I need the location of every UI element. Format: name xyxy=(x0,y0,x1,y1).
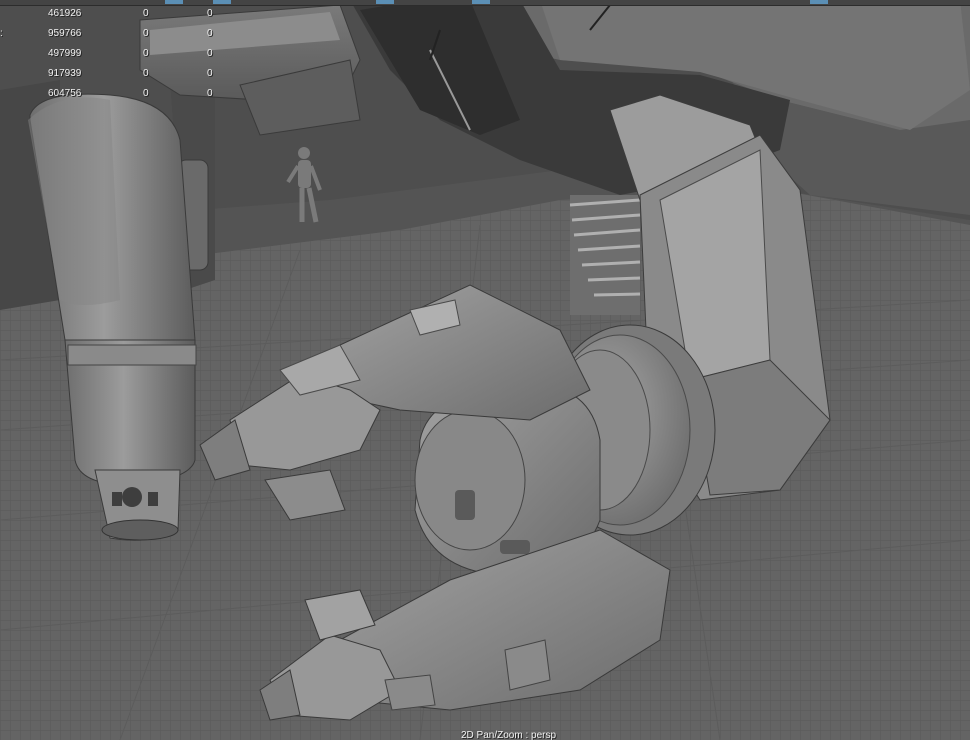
coil-spring xyxy=(569,195,641,315)
perspective-viewport[interactable]: 461926 0 0 : 959766 0 0 497999 0 0 91793… xyxy=(0,0,970,740)
hud-total: 497999 xyxy=(48,48,82,59)
hud-extra: 0 xyxy=(207,8,213,19)
hud-row: 461926 0 0 xyxy=(0,4,240,24)
viewport-scene[interactable] xyxy=(0,0,970,740)
hud-selected: 0 xyxy=(143,8,149,19)
hud-selected: 0 xyxy=(143,28,149,39)
hud-selected: 0 xyxy=(143,48,149,59)
hud-extra: 0 xyxy=(207,88,213,99)
viewport-camera-caption: 2D Pan/Zoom : persp xyxy=(461,730,557,740)
hud-row: 917939 0 0 xyxy=(0,64,240,84)
hud-extra: 0 xyxy=(207,28,213,39)
hud-row: : 959766 0 0 xyxy=(0,24,240,44)
hud-row: 497999 0 0 xyxy=(0,44,240,64)
toolbar-marker xyxy=(376,0,394,4)
hud-extra: 0 xyxy=(207,48,213,59)
toolbar-marker xyxy=(810,0,828,4)
hud-selected: 0 xyxy=(143,88,149,99)
hud-poly-count: 461926 0 0 : 959766 0 0 497999 0 0 91793… xyxy=(0,4,240,104)
hud-row: 604756 0 0 xyxy=(0,84,240,104)
hud-prefix: : xyxy=(0,28,3,39)
hud-total: 604756 xyxy=(48,88,82,99)
hud-total: 461926 xyxy=(48,8,82,19)
hud-extra: 0 xyxy=(207,68,213,79)
toolbar-marker xyxy=(472,0,490,4)
hud-total: 917939 xyxy=(48,68,82,79)
hud-total: 959766 xyxy=(48,28,82,39)
hud-selected: 0 xyxy=(143,68,149,79)
